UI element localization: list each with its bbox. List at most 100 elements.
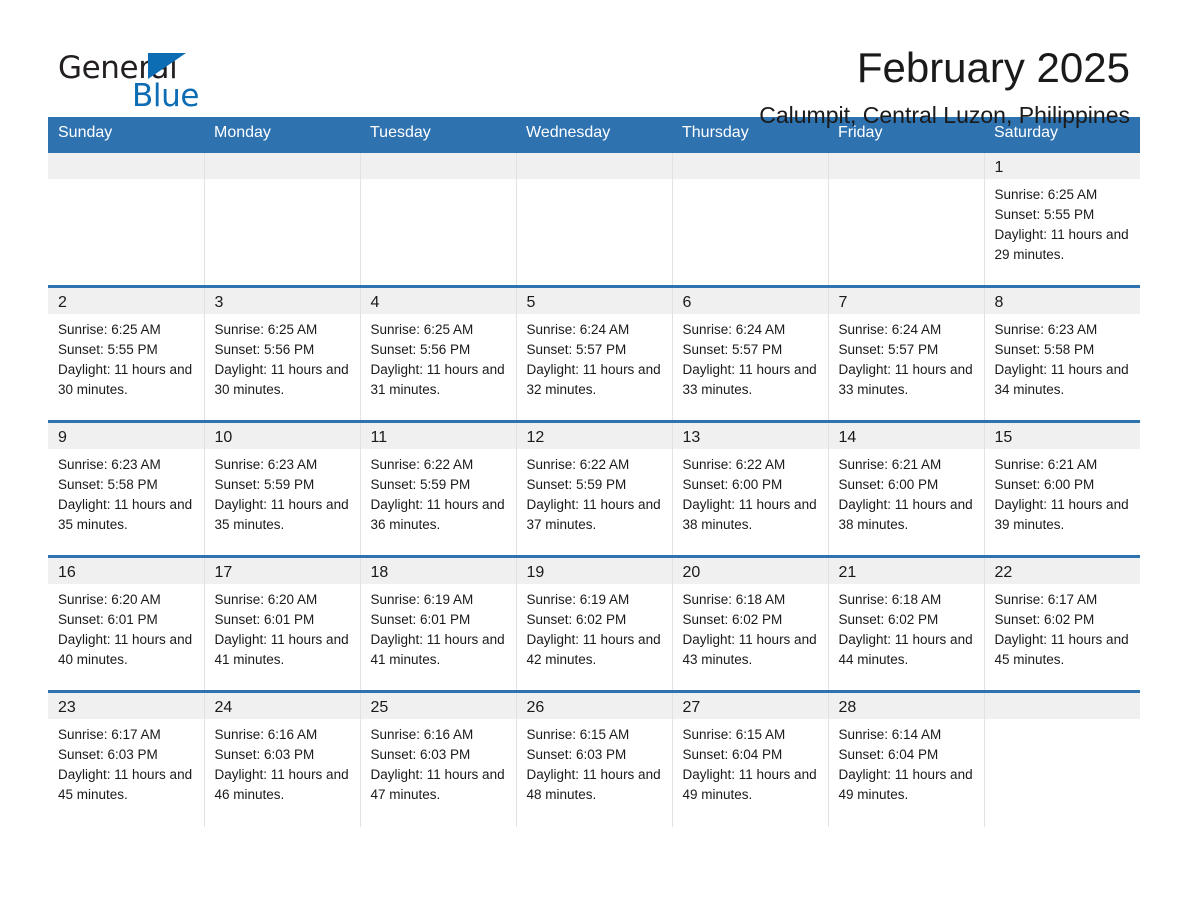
day-cell[interactable]: 1 Sunrise: 6:25 AM Sunset: 5:55 PM Dayli… — [984, 150, 1140, 287]
day-cell[interactable] — [516, 150, 673, 287]
daylight-text: Daylight: 11 hours and 40 minutes. — [58, 632, 193, 667]
daylight-text: Daylight: 11 hours and 47 minutes. — [370, 767, 505, 802]
calendar-page: General Blue February 2025 Calumpit, Cen… — [0, 0, 1188, 918]
day-cell[interactable]: 3 Sunrise: 6:25 AM Sunset: 5:56 PM Dayli… — [204, 285, 361, 422]
day-cell[interactable]: 20 Sunrise: 6:18 AM Sunset: 6:02 PM Dayl… — [672, 555, 829, 692]
sunrise-text: Sunrise: 6:15 AM — [526, 727, 630, 742]
day-cell[interactable]: 16 Sunrise: 6:20 AM Sunset: 6:01 PM Dayl… — [48, 555, 205, 692]
day-cell[interactable]: 12 Sunrise: 6:22 AM Sunset: 5:59 PM Dayl… — [516, 420, 673, 557]
day-cell[interactable] — [984, 690, 1140, 827]
sunset-text: Sunset: 6:03 PM — [526, 747, 627, 762]
page-title: February 2025 — [856, 44, 1130, 91]
sunset-text: Sunset: 5:57 PM — [682, 342, 783, 357]
day-cell[interactable]: 5 Sunrise: 6:24 AM Sunset: 5:57 PM Dayli… — [516, 285, 673, 422]
day-cell[interactable]: 18 Sunrise: 6:19 AM Sunset: 6:01 PM Dayl… — [360, 555, 517, 692]
daylight-text: Daylight: 11 hours and 42 minutes. — [526, 632, 661, 667]
day-cell[interactable]: 13 Sunrise: 6:22 AM Sunset: 6:00 PM Dayl… — [672, 420, 829, 557]
day-number: 20 — [672, 558, 828, 584]
day-details: Sunrise: 6:25 AM Sunset: 5:56 PM Dayligh… — [205, 314, 360, 400]
calendar-week-row: 1 Sunrise: 6:25 AM Sunset: 5:55 PM Dayli… — [48, 150, 1140, 287]
day-details: Sunrise: 6:23 AM Sunset: 5:58 PM Dayligh… — [48, 449, 204, 535]
day-number: 21 — [828, 558, 984, 584]
sunset-text: Sunset: 6:03 PM — [58, 747, 158, 762]
day-number: 10 — [204, 423, 360, 449]
daylight-text: Daylight: 11 hours and 43 minutes. — [682, 632, 817, 667]
sunrise-text: Sunrise: 6:23 AM — [58, 457, 161, 472]
daylight-text: Daylight: 11 hours and 45 minutes. — [58, 767, 193, 802]
daylight-text: Daylight: 11 hours and 34 minutes. — [994, 362, 1129, 397]
sunrise-text: Sunrise: 6:25 AM — [370, 322, 474, 337]
day-number — [48, 153, 204, 179]
day-details: Sunrise: 6:22 AM Sunset: 6:00 PM Dayligh… — [673, 449, 828, 535]
sunset-text: Sunset: 5:56 PM — [214, 342, 315, 357]
day-number: 22 — [984, 558, 1140, 584]
day-cell[interactable] — [672, 150, 829, 287]
weekday-header-sunday: Sunday — [48, 117, 204, 152]
sunrise-text: Sunrise: 6:17 AM — [58, 727, 161, 742]
day-cell[interactable]: 2 Sunrise: 6:25 AM Sunset: 5:55 PM Dayli… — [48, 285, 205, 422]
day-details: Sunrise: 6:19 AM Sunset: 6:02 PM Dayligh… — [517, 584, 672, 670]
day-details: Sunrise: 6:15 AM Sunset: 6:04 PM Dayligh… — [673, 719, 828, 805]
day-cell[interactable]: 14 Sunrise: 6:21 AM Sunset: 6:00 PM Dayl… — [828, 420, 985, 557]
day-cell[interactable]: 4 Sunrise: 6:25 AM Sunset: 5:56 PM Dayli… — [360, 285, 517, 422]
title-block: February 2025 Calumpit, Central Luzon, P… — [248, 44, 1140, 129]
sunset-text: Sunset: 5:59 PM — [370, 477, 471, 492]
day-cell[interactable]: 15 Sunrise: 6:21 AM Sunset: 6:00 PM Dayl… — [984, 420, 1140, 557]
day-number: 18 — [360, 558, 516, 584]
day-cell[interactable]: 28 Sunrise: 6:14 AM Sunset: 6:04 PM Dayl… — [828, 690, 985, 827]
day-cell[interactable] — [828, 150, 985, 287]
day-cell[interactable]: 19 Sunrise: 6:19 AM Sunset: 6:02 PM Dayl… — [516, 555, 673, 692]
day-cell[interactable] — [360, 150, 517, 287]
day-cell[interactable]: 10 Sunrise: 6:23 AM Sunset: 5:59 PM Dayl… — [204, 420, 361, 557]
day-number: 19 — [516, 558, 672, 584]
day-number: 6 — [672, 288, 828, 314]
day-cell[interactable]: 17 Sunrise: 6:20 AM Sunset: 6:01 PM Dayl… — [204, 555, 361, 692]
day-cell[interactable]: 22 Sunrise: 6:17 AM Sunset: 6:02 PM Dayl… — [984, 555, 1140, 692]
sunset-text: Sunset: 6:04 PM — [682, 747, 783, 762]
sunrise-text: Sunrise: 6:16 AM — [214, 727, 318, 742]
daylight-text: Daylight: 11 hours and 36 minutes. — [370, 497, 505, 532]
day-details: Sunrise: 6:17 AM Sunset: 6:03 PM Dayligh… — [48, 719, 204, 805]
daylight-text: Daylight: 11 hours and 31 minutes. — [370, 362, 505, 397]
daylight-text: Daylight: 11 hours and 46 minutes. — [214, 767, 349, 802]
day-number — [828, 153, 984, 179]
day-details: Sunrise: 6:23 AM Sunset: 5:59 PM Dayligh… — [205, 449, 360, 535]
day-number: 9 — [48, 423, 204, 449]
day-details: Sunrise: 6:18 AM Sunset: 6:02 PM Dayligh… — [829, 584, 984, 670]
sunrise-text: Sunrise: 6:19 AM — [370, 592, 474, 607]
daylight-text: Daylight: 11 hours and 37 minutes. — [526, 497, 661, 532]
day-cell[interactable] — [204, 150, 361, 287]
sunset-text: Sunset: 6:03 PM — [214, 747, 315, 762]
sunrise-text: Sunrise: 6:18 AM — [838, 592, 942, 607]
day-number: 3 — [204, 288, 360, 314]
day-details: Sunrise: 6:22 AM Sunset: 5:59 PM Dayligh… — [361, 449, 516, 535]
sunrise-text: Sunrise: 6:18 AM — [682, 592, 786, 607]
day-number: 8 — [984, 288, 1140, 314]
day-cell[interactable]: 23 Sunrise: 6:17 AM Sunset: 6:03 PM Dayl… — [48, 690, 205, 827]
day-cell[interactable]: 21 Sunrise: 6:18 AM Sunset: 6:02 PM Dayl… — [828, 555, 985, 692]
day-cell[interactable]: 27 Sunrise: 6:15 AM Sunset: 6:04 PM Dayl… — [672, 690, 829, 827]
day-cell[interactable]: 8 Sunrise: 6:23 AM Sunset: 5:58 PM Dayli… — [984, 285, 1140, 422]
day-number: 1 — [984, 153, 1140, 179]
day-cell[interactable]: 26 Sunrise: 6:15 AM Sunset: 6:03 PM Dayl… — [516, 690, 673, 827]
day-number: 26 — [516, 693, 672, 719]
day-cell[interactable]: 9 Sunrise: 6:23 AM Sunset: 5:58 PM Dayli… — [48, 420, 205, 557]
day-cell[interactable] — [48, 150, 205, 287]
day-cell[interactable]: 6 Sunrise: 6:24 AM Sunset: 5:57 PM Dayli… — [672, 285, 829, 422]
day-details: Sunrise: 6:20 AM Sunset: 6:01 PM Dayligh… — [205, 584, 360, 670]
day-cell[interactable]: 24 Sunrise: 6:16 AM Sunset: 6:03 PM Dayl… — [204, 690, 361, 827]
day-cell[interactable]: 11 Sunrise: 6:22 AM Sunset: 5:59 PM Dayl… — [360, 420, 517, 557]
sunrise-text: Sunrise: 6:17 AM — [994, 592, 1098, 607]
daylight-text: Daylight: 11 hours and 38 minutes. — [838, 497, 973, 532]
sunrise-text: Sunrise: 6:21 AM — [994, 457, 1098, 472]
day-number: 24 — [204, 693, 360, 719]
sunset-text: Sunset: 5:55 PM — [58, 342, 158, 357]
daylight-text: Daylight: 11 hours and 33 minutes. — [682, 362, 817, 397]
day-details: Sunrise: 6:19 AM Sunset: 6:01 PM Dayligh… — [361, 584, 516, 670]
calendar-week-row: 9 Sunrise: 6:23 AM Sunset: 5:58 PM Dayli… — [48, 420, 1140, 557]
daylight-text: Daylight: 11 hours and 30 minutes. — [58, 362, 193, 397]
generalblue-logo[interactable]: General Blue — [48, 46, 248, 116]
day-cell[interactable]: 7 Sunrise: 6:24 AM Sunset: 5:57 PM Dayli… — [828, 285, 985, 422]
day-cell[interactable]: 25 Sunrise: 6:16 AM Sunset: 6:03 PM Dayl… — [360, 690, 517, 827]
sunset-text: Sunset: 5:57 PM — [838, 342, 939, 357]
